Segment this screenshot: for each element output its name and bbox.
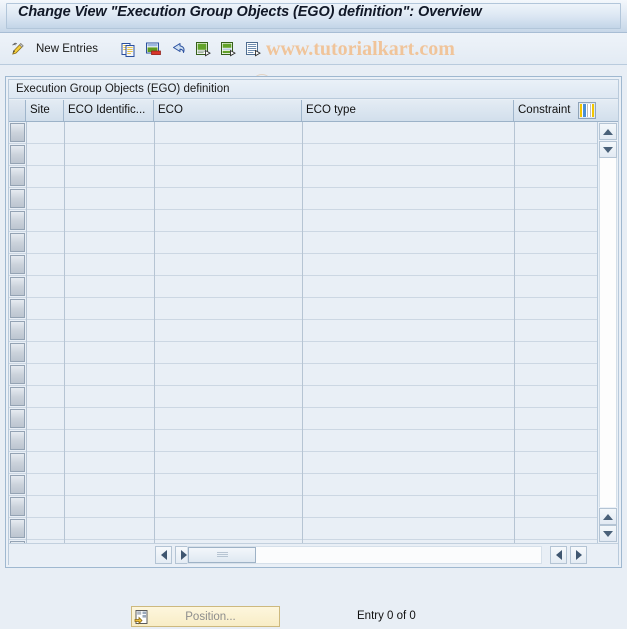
delete-row-icon (145, 41, 162, 58)
horizontal-scroll-track[interactable] (187, 546, 542, 564)
column-header-site[interactable]: Site (26, 100, 64, 121)
row-selector[interactable] (10, 387, 25, 406)
entry-status: Entry 0 of 0 (357, 610, 416, 622)
row-selector[interactable] (10, 365, 25, 384)
table-row[interactable] (9, 474, 597, 496)
row-selector[interactable] (10, 233, 25, 252)
row-selector[interactable] (10, 519, 25, 538)
pencil-edit-icon (9, 41, 26, 58)
grid-header-row: Site ECO Identific... ECO ECO type Const… (9, 100, 618, 122)
scroll-page-down-icon[interactable] (599, 525, 617, 542)
table-row[interactable] (9, 166, 597, 188)
table-row[interactable] (9, 188, 597, 210)
select-block-icon (245, 41, 262, 58)
table-row[interactable] (9, 254, 597, 276)
deselect-all-button[interactable] (220, 38, 237, 60)
table-row[interactable] (9, 320, 597, 342)
table-row[interactable] (9, 386, 597, 408)
row-selector[interactable] (10, 277, 25, 296)
row-selector[interactable] (10, 497, 25, 516)
row-selector[interactable] (10, 343, 25, 362)
panel-caption: Execution Group Objects (EGO) definition (9, 80, 618, 99)
watermark-text: www.tutorialkart.com (266, 38, 455, 60)
column-header-eco-identification[interactable]: ECO Identific... (64, 100, 154, 121)
table-row[interactable] (9, 232, 597, 254)
scroll-page-right-icon[interactable] (570, 546, 587, 564)
scroll-page-left-icon[interactable] (550, 546, 567, 564)
page-title: Change View "Execution Group Objects (EG… (18, 4, 482, 20)
table-row[interactable] (9, 364, 597, 386)
position-button[interactable]: Position... (131, 606, 280, 627)
row-selector[interactable] (10, 431, 25, 450)
scroll-down-icon[interactable] (599, 141, 617, 158)
table-row[interactable] (9, 144, 597, 166)
copy-icon (120, 41, 137, 58)
select-block-button[interactable] (245, 38, 262, 60)
row-selector[interactable] (10, 475, 25, 494)
table-row[interactable] (9, 276, 597, 298)
delete-button[interactable] (145, 38, 162, 60)
table-row[interactable] (9, 408, 597, 430)
grid-vertical-scrollbar[interactable] (597, 122, 618, 543)
column-header-eco-type[interactable]: ECO type (302, 100, 514, 121)
display-change-button[interactable] (9, 38, 26, 60)
table-row[interactable] (9, 518, 597, 540)
column-header-eco[interactable]: ECO (154, 100, 302, 121)
row-selector[interactable] (10, 167, 25, 186)
table-row[interactable] (9, 210, 597, 232)
position-icon (134, 609, 150, 625)
new-entries-button[interactable]: New Entries (36, 38, 98, 60)
sap-gui-window: Change View "Execution Group Objects (EG… (0, 0, 627, 629)
row-selector[interactable] (10, 189, 25, 208)
table-row[interactable] (9, 342, 597, 364)
table-row[interactable] (9, 298, 597, 320)
row-selector[interactable] (10, 255, 25, 274)
table-row[interactable] (9, 122, 597, 144)
horizontal-scroll-thumb[interactable] (188, 547, 256, 563)
new-entries-label: New Entries (36, 43, 98, 55)
table-row[interactable] (9, 496, 597, 518)
row-selector[interactable] (10, 123, 25, 142)
footer-bar: Position... Entry 0 of 0 (0, 572, 627, 629)
copy-as-button[interactable] (120, 38, 137, 60)
select-all-icon (195, 41, 212, 58)
row-selector[interactable] (10, 211, 25, 230)
grid-horizontal-scrollbar[interactable] (9, 543, 618, 565)
deselect-all-icon (220, 41, 237, 58)
position-button-label: Position... (185, 610, 236, 623)
undo-button[interactable] (170, 38, 187, 60)
table-panel-inner: Execution Group Objects (EGO) definition… (8, 79, 619, 565)
table-panel: Execution Group Objects (EGO) definition… (5, 76, 622, 568)
row-selector[interactable] (10, 453, 25, 472)
grid-rows-area (9, 122, 597, 543)
table-row[interactable] (9, 452, 597, 474)
grid-select-all-corner[interactable] (9, 100, 26, 121)
row-selector[interactable] (10, 299, 25, 318)
table-row[interactable] (9, 430, 597, 452)
table-settings-icon[interactable] (578, 102, 596, 119)
vertical-scroll-track[interactable] (599, 158, 617, 507)
grip-icon (216, 552, 228, 558)
scroll-left-icon[interactable] (155, 546, 172, 564)
undo-arrow-icon (170, 41, 187, 58)
column-header-constraint[interactable]: Constraint (514, 100, 578, 121)
window-titlebar: Change View "Execution Group Objects (EG… (0, 0, 627, 33)
data-grid: Site ECO Identific... ECO ECO type Const… (9, 100, 618, 565)
scroll-page-up-icon[interactable] (599, 508, 617, 525)
select-all-button[interactable] (195, 38, 212, 60)
scroll-up-icon[interactable] (599, 123, 617, 140)
panel-caption-label: Execution Group Objects (EGO) definition (16, 83, 230, 95)
row-selector[interactable] (10, 409, 25, 428)
row-selector[interactable] (10, 321, 25, 340)
row-selector[interactable] (10, 145, 25, 164)
